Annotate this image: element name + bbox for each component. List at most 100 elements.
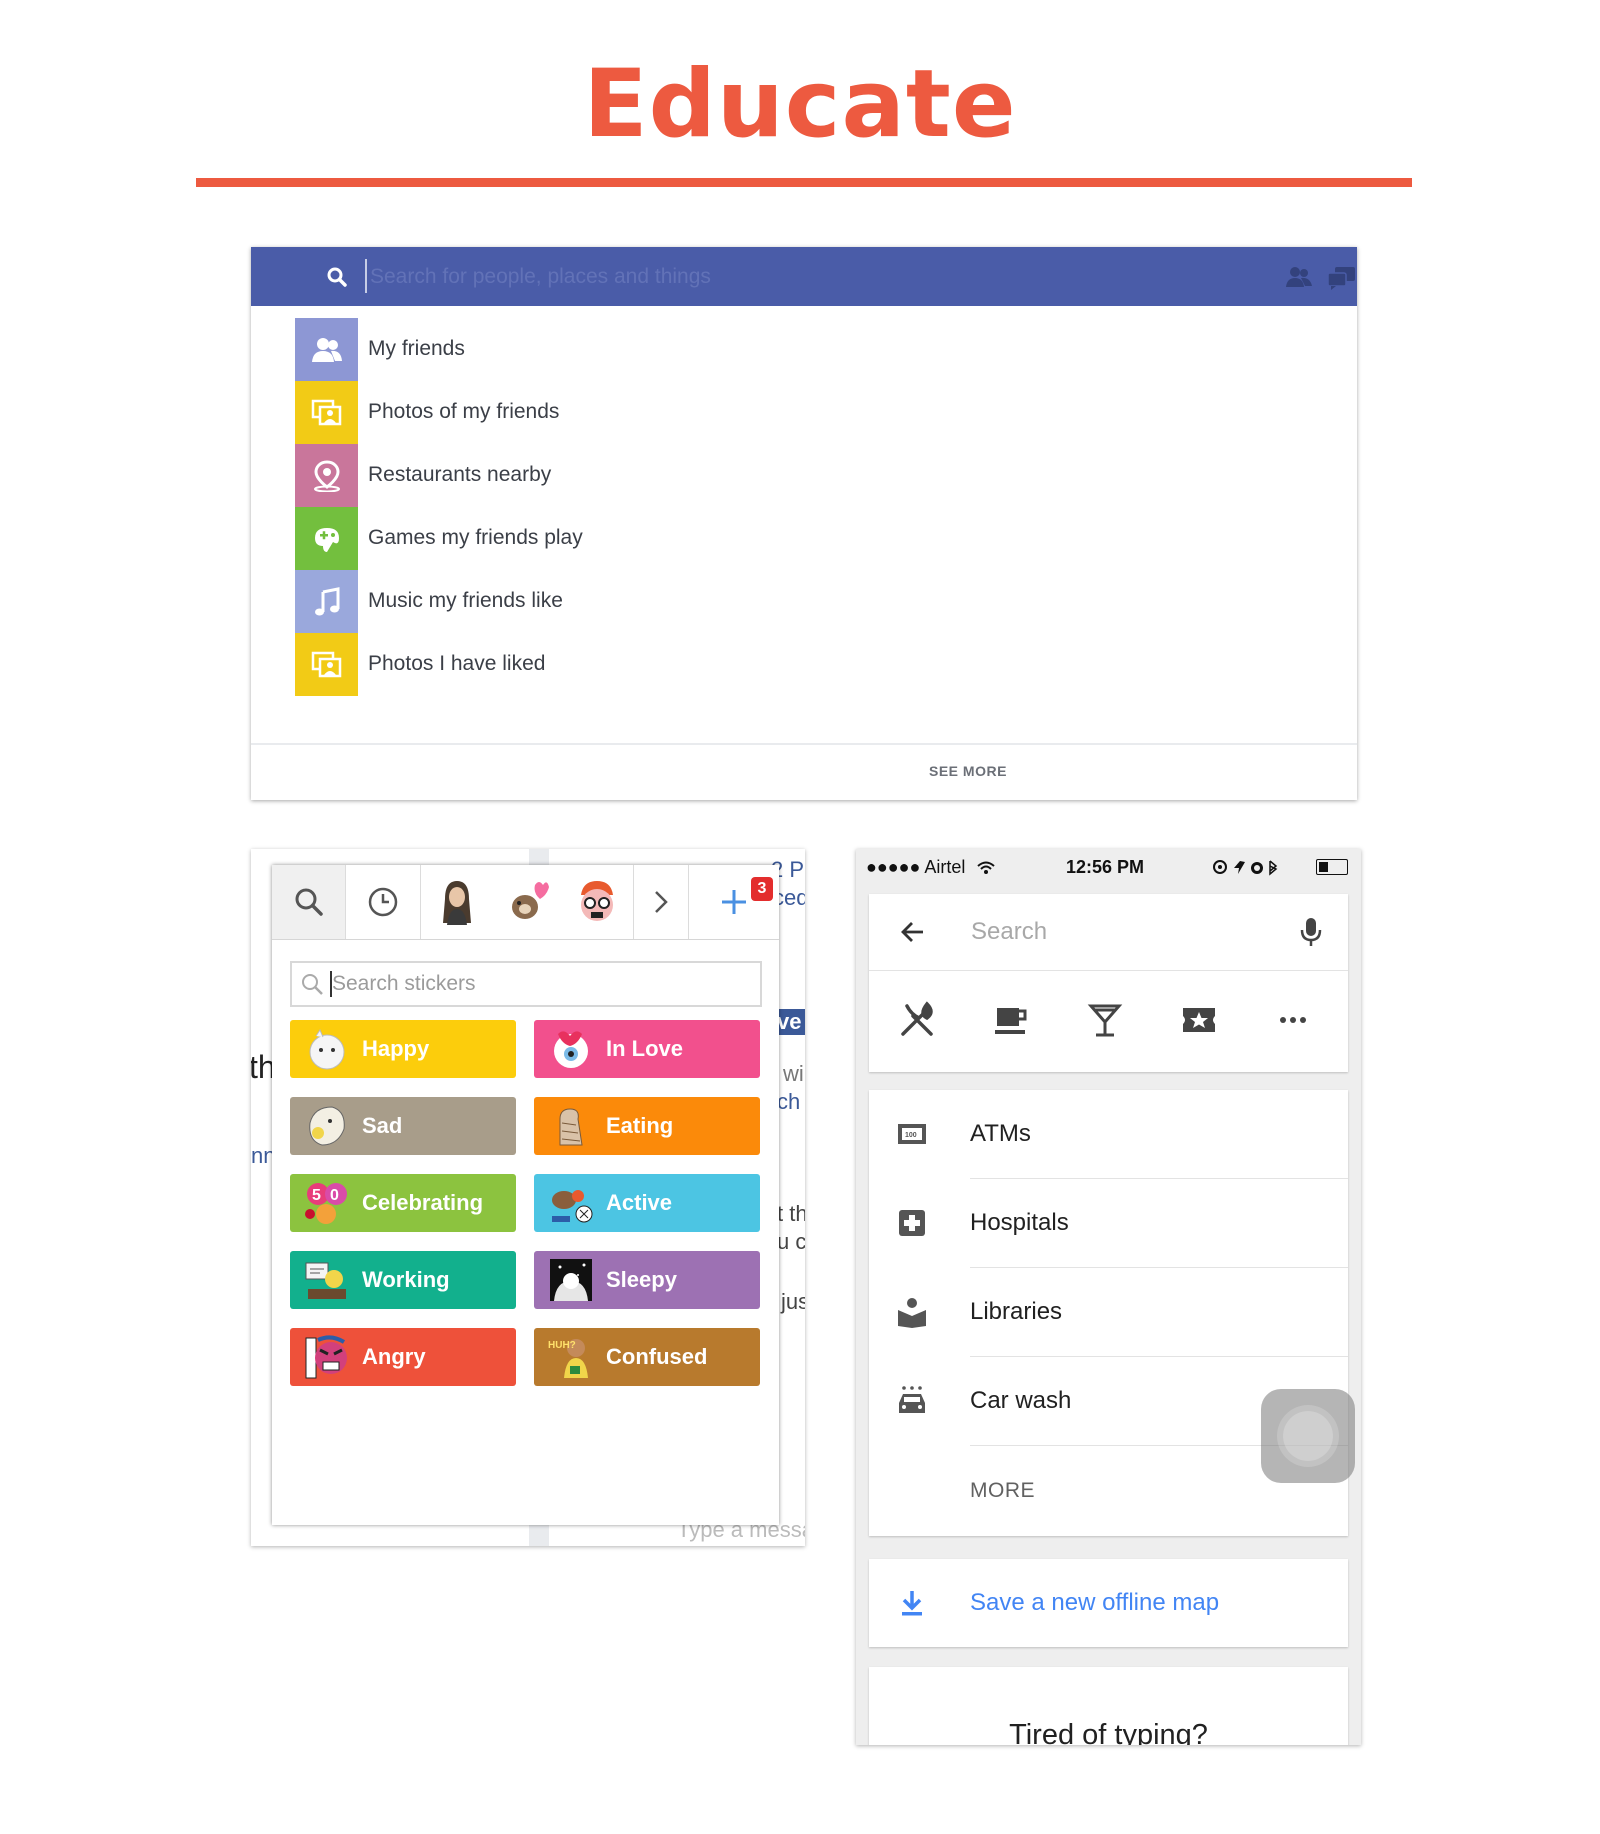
- svg-text:5: 5: [312, 1187, 321, 1204]
- place-hospitals[interactable]: Hospitals: [869, 1179, 1348, 1268]
- tab-sticker-pack-2[interactable]: [493, 865, 561, 939]
- animal-sticker-icon: [512, 882, 549, 919]
- battery-icon: [1316, 859, 1348, 875]
- wifi-icon: [977, 861, 996, 875]
- suggestion-label: Photos I have liked: [368, 652, 546, 675]
- face-sticker-icon: [581, 881, 613, 921]
- mood-confused[interactable]: HUH? Confused: [534, 1328, 760, 1386]
- library-icon: [898, 1298, 926, 1328]
- eating-sticker-icon: [559, 1108, 583, 1146]
- mood-angry[interactable]: Angry: [290, 1328, 516, 1386]
- mood-active[interactable]: Active: [534, 1174, 760, 1232]
- clock-icon: [368, 887, 398, 917]
- maps-panel: ●●●●● Airtel 12:56 PM 100 ATMs Hospit: [856, 849, 1361, 1745]
- mood-sleepy[interactable]: Sleepy: [534, 1251, 760, 1309]
- mood-celebrating[interactable]: 50 Celebrating: [290, 1174, 516, 1232]
- sticker-tabs: 3: [272, 865, 779, 940]
- background-text: ch: [777, 1089, 801, 1114]
- status-icons: [1213, 860, 1278, 876]
- mood-in-love[interactable]: In Love: [534, 1020, 760, 1078]
- sticker-picker: 3 Happy In Love Sad Eating 50 Celebratin…: [272, 865, 779, 1525]
- sleepy-sticker-icon: [550, 1259, 592, 1301]
- active-sticker-icon: [552, 1190, 593, 1223]
- voice-search-promo-card: Tired of typing?: [869, 1667, 1348, 1745]
- clock: 12:56 PM: [1066, 857, 1145, 877]
- offline-map-card[interactable]: Save a new offline map: [869, 1559, 1348, 1647]
- friend-requests-icon[interactable]: [1285, 265, 1313, 289]
- chevron-right-icon: [655, 891, 668, 913]
- offline-map-label: Save a new offline map: [970, 1589, 1220, 1616]
- restaurants-icon[interactable]: [897, 1000, 937, 1040]
- place-libraries[interactable]: Libraries: [869, 1268, 1348, 1357]
- search-icon: [302, 974, 323, 995]
- assistive-touch-button[interactable]: [1261, 1389, 1355, 1483]
- page-title: Educate: [583, 50, 1017, 159]
- background-text: wi: [783, 1061, 804, 1086]
- promo-title: Tired of typing?: [1009, 1719, 1208, 1745]
- more-options-icon[interactable]: [1273, 1000, 1313, 1040]
- suggestion-music[interactable]: Music my friends like: [295, 570, 1295, 633]
- svg-text:HUH?: HUH?: [548, 1340, 576, 1351]
- svg-text:100: 100: [905, 1132, 917, 1139]
- suggestion-restaurants-nearby[interactable]: Restaurants nearby: [295, 444, 1295, 507]
- suggestion-photos-of-friends[interactable]: Photos of my friends: [295, 381, 1295, 444]
- search-icon: [295, 888, 323, 916]
- suggestion-label: Music my friends like: [368, 589, 563, 612]
- sticker-panel-screenshot: 2 P ced ve wi ch th nn t th u c jus Type…: [251, 849, 805, 1546]
- tab-search[interactable]: [272, 865, 345, 939]
- status-bar: ●●●●● Airtel 12:56 PM: [856, 849, 1361, 885]
- suggestion-label: Photos of my friends: [368, 400, 560, 423]
- hospital-icon: [899, 1210, 925, 1236]
- more-button[interactable]: MORE: [970, 1479, 1035, 1503]
- suggestion-label: Games my friends play: [368, 526, 583, 549]
- notification-badge: 3: [751, 877, 773, 901]
- microphone-icon[interactable]: [1299, 916, 1323, 948]
- game-controller-icon: [295, 507, 358, 570]
- tab-sticker-pack-3[interactable]: [561, 865, 633, 939]
- plus-icon: [722, 890, 746, 914]
- text-cursor: [330, 971, 332, 997]
- title-underline: [196, 178, 1412, 187]
- angry-sticker-icon: [305, 1335, 347, 1379]
- suggestion-my-friends[interactable]: My friends: [295, 318, 1295, 381]
- search-icon[interactable]: [326, 266, 348, 288]
- download-icon: [902, 1591, 922, 1616]
- character-sticker-icon: [443, 881, 471, 925]
- svg-text:0: 0: [330, 1187, 339, 1204]
- see-more-link[interactable]: SEE MORE: [929, 763, 1007, 779]
- map-pin-icon: [295, 444, 358, 507]
- suggestion-label: Restaurants nearby: [368, 463, 552, 486]
- suggestion-photos-liked[interactable]: Photos I have liked: [295, 633, 1295, 696]
- mood-eating[interactable]: Eating: [534, 1097, 760, 1155]
- suggestion-games[interactable]: Games my friends play: [295, 507, 1295, 570]
- sad-sticker-icon: [309, 1106, 345, 1146]
- search-card: [869, 894, 1348, 1072]
- celebrating-sticker-icon: 50: [305, 1183, 347, 1224]
- atm-icon: 100: [898, 1124, 926, 1144]
- divider: [869, 970, 1348, 971]
- messages-icon[interactable]: [1326, 265, 1356, 291]
- coffee-icon[interactable]: [991, 1000, 1031, 1040]
- events-icon[interactable]: [1179, 1000, 1219, 1040]
- search-input[interactable]: [969, 914, 1273, 950]
- place-atms[interactable]: 100 ATMs: [869, 1090, 1348, 1179]
- tab-next[interactable]: [634, 865, 688, 939]
- in-love-sticker-icon: [554, 1031, 588, 1068]
- divider: [251, 743, 1357, 745]
- search-input[interactable]: [368, 259, 1072, 295]
- mood-working[interactable]: Working: [290, 1251, 516, 1309]
- facebook-search-panel: My friends Photos of my friends Restaura…: [251, 247, 1357, 800]
- working-sticker-icon: [305, 1262, 346, 1299]
- sticker-search-input[interactable]: [330, 965, 754, 1003]
- background-text: jus: [781, 1289, 805, 1314]
- mood-happy[interactable]: Happy: [290, 1020, 516, 1078]
- bars-icon[interactable]: [1085, 1000, 1125, 1040]
- sticker-search-box[interactable]: [290, 961, 762, 1007]
- car-wash-icon: [899, 1386, 925, 1413]
- text-cursor: [365, 259, 367, 293]
- mood-sad[interactable]: Sad: [290, 1097, 516, 1155]
- tab-sticker-pack-1[interactable]: [421, 865, 493, 939]
- background-text: t th: [777, 1201, 805, 1226]
- back-arrow-icon[interactable]: [899, 918, 927, 946]
- tab-recent[interactable]: [346, 865, 420, 939]
